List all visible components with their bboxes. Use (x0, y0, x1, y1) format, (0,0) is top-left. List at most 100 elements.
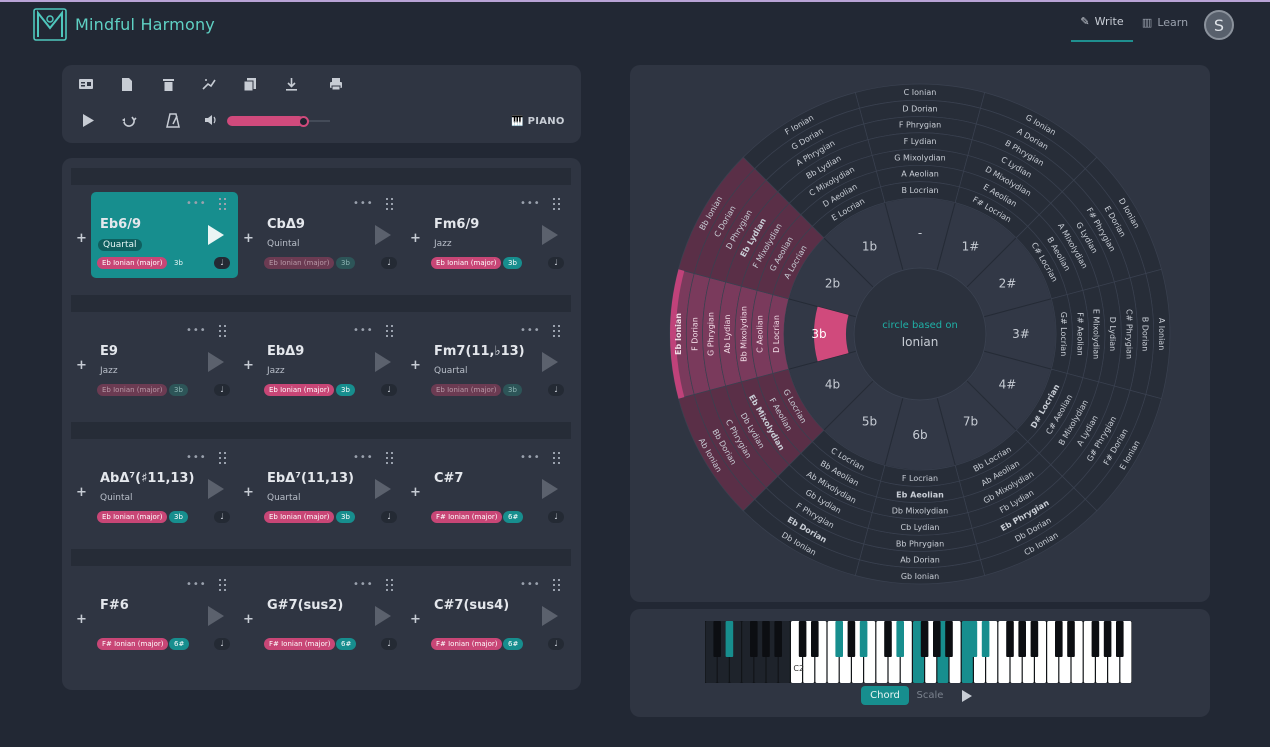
drag-handle-icon[interactable] (553, 579, 562, 591)
duration-badge[interactable]: ♩ (381, 257, 397, 269)
copy-icon[interactable] (241, 75, 259, 93)
duration-badge[interactable]: ♩ (214, 257, 230, 269)
scale-toggle-button[interactable]: Scale (913, 686, 947, 705)
chord-card[interactable]: ••• C#7 F# Ionian (major) 6# ♩ (425, 446, 572, 532)
trash-icon[interactable] (159, 75, 177, 93)
more-options-icon[interactable]: ••• (520, 325, 541, 336)
nav-learn-tab[interactable]: ▥ Learn (1140, 2, 1190, 42)
more-options-icon[interactable]: ••• (520, 198, 541, 209)
card-icon[interactable] (77, 75, 95, 93)
black-key[interactable] (835, 621, 843, 657)
black-key[interactable] (859, 621, 868, 657)
black-key[interactable] (811, 621, 819, 657)
add-chord-button[interactable]: + (76, 612, 87, 627)
more-options-icon[interactable]: ••• (186, 579, 207, 590)
drag-handle-icon[interactable] (553, 452, 562, 464)
black-key[interactable] (750, 621, 758, 657)
chord-card[interactable]: ••• C#7(sus4) F# Ionian (major) 6# ♩ (425, 573, 572, 659)
add-chord-button[interactable]: + (76, 485, 87, 500)
drag-handle-icon[interactable] (553, 325, 562, 337)
drag-handle-icon[interactable] (553, 198, 562, 210)
add-chord-button[interactable]: + (410, 612, 421, 627)
piano-play-icon[interactable] (962, 690, 972, 702)
black-key[interactable] (1018, 621, 1026, 657)
black-key[interactable] (1030, 621, 1039, 657)
drag-handle-icon[interactable] (219, 325, 228, 337)
black-key[interactable] (933, 621, 941, 657)
duration-badge[interactable]: ♩ (381, 384, 397, 396)
black-key[interactable] (774, 621, 782, 657)
drag-handle-icon[interactable] (386, 325, 395, 337)
play-chord-icon[interactable] (208, 225, 224, 245)
loop-icon[interactable] (120, 111, 138, 129)
duration-badge[interactable]: ♩ (548, 384, 564, 396)
chord-card[interactable]: ••• CbΔ9 Quintal Eb Ionian (major) 3b ♩ (258, 192, 405, 278)
black-key[interactable] (920, 621, 929, 657)
black-key[interactable] (896, 621, 904, 657)
black-key[interactable] (713, 621, 721, 657)
duration-badge[interactable]: ♩ (381, 511, 397, 523)
chord-card[interactable]: ••• Fm7(11,♭13) Quartal Eb Ionian (major) 3b… (425, 319, 572, 405)
add-chord-button[interactable]: + (410, 231, 421, 246)
more-options-icon[interactable]: ••• (353, 198, 374, 209)
drag-handle-icon[interactable] (219, 452, 228, 464)
black-key[interactable] (1006, 621, 1014, 657)
nav-write-tab[interactable]: ✎ Write (1071, 2, 1133, 42)
black-key[interactable] (1116, 621, 1124, 657)
play-icon[interactable] (79, 111, 97, 129)
add-chord-button[interactable]: + (76, 358, 87, 373)
more-options-icon[interactable]: ••• (520, 579, 541, 590)
black-key[interactable] (969, 621, 978, 657)
drag-handle-icon[interactable] (386, 198, 395, 210)
duration-badge[interactable]: ♩ (214, 384, 230, 396)
chord-card[interactable]: ••• AbΔ⁷(♯11,13) Quintal Eb Ionian (major) 3… (91, 446, 238, 532)
avatar[interactable]: S (1204, 10, 1234, 40)
duration-badge[interactable]: ♩ (214, 511, 230, 523)
black-key[interactable] (762, 621, 770, 657)
play-chord-icon[interactable] (542, 606, 558, 626)
metronome-icon[interactable] (164, 111, 182, 129)
drag-handle-icon[interactable] (386, 452, 395, 464)
black-key[interactable] (884, 621, 892, 657)
duration-badge[interactable]: ♩ (381, 638, 397, 650)
black-key[interactable] (981, 621, 990, 657)
wand-icon[interactable] (200, 75, 218, 93)
download-icon[interactable] (282, 75, 300, 93)
more-options-icon[interactable]: ••• (353, 325, 374, 336)
add-chord-button[interactable]: + (243, 358, 254, 373)
volume-knob[interactable] (298, 116, 310, 127)
chord-card[interactable]: ••• Fm6/9 Jazz Eb Ionian (major) 3b ♩ (425, 192, 572, 278)
black-key[interactable] (1055, 621, 1063, 657)
instrument-button[interactable]: 🎹 PIANO (511, 116, 565, 127)
play-chord-icon[interactable] (542, 352, 558, 372)
play-chord-icon[interactable] (542, 479, 558, 499)
add-chord-button[interactable]: + (243, 485, 254, 500)
chord-card[interactable]: ••• F#6 F# Ionian (major) 6# ♩ (91, 573, 238, 659)
add-chord-button[interactable]: + (243, 231, 254, 246)
black-key[interactable] (847, 621, 856, 657)
black-key[interactable] (725, 621, 734, 657)
chord-toggle-button[interactable]: Chord (861, 686, 909, 705)
chord-card[interactable]: ••• Eb6/9 Quartal Eb Ionian (major) 3b ♩ (91, 192, 238, 278)
chord-card[interactable]: ••• EbΔ9 Jazz Eb Ionian (major) 3b ♩ (258, 319, 405, 405)
play-chord-icon[interactable] (208, 606, 224, 626)
black-key[interactable] (1103, 621, 1112, 657)
chord-card[interactable]: ••• G#7(sus2) F# Ionian (major) 6# ♩ (258, 573, 405, 659)
add-chord-button[interactable]: + (76, 231, 87, 246)
duration-badge[interactable]: ♩ (548, 511, 564, 523)
more-options-icon[interactable]: ••• (520, 452, 541, 463)
play-chord-icon[interactable] (375, 479, 391, 499)
black-key[interactable] (1091, 621, 1100, 657)
more-options-icon[interactable]: ••• (186, 452, 207, 463)
chord-card[interactable]: ••• EbΔ⁷(11,13) Quartal Eb Ionian (major) 3b… (258, 446, 405, 532)
play-chord-icon[interactable] (375, 225, 391, 245)
black-key[interactable] (945, 621, 953, 657)
chord-card[interactable]: ••• E9 Jazz Eb Ionian (major) 3b ♩ (91, 319, 238, 405)
more-options-icon[interactable]: ••• (186, 325, 207, 336)
duration-badge[interactable]: ♩ (548, 638, 564, 650)
play-chord-icon[interactable] (208, 352, 224, 372)
add-chord-button[interactable]: + (243, 612, 254, 627)
add-chord-button[interactable]: + (410, 485, 421, 500)
play-chord-icon[interactable] (375, 352, 391, 372)
add-chord-button[interactable]: + (410, 358, 421, 373)
